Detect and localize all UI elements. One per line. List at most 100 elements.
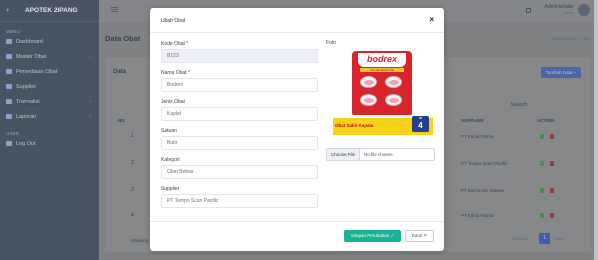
- file-input[interactable]: Choose File No file chosen: [326, 148, 435, 161]
- edit-icon[interactable]: [540, 213, 544, 218]
- row-actions: [540, 134, 558, 140]
- card-title: Data: [113, 69, 127, 75]
- foto-label: Foto: [326, 40, 337, 46]
- row-number: 4: [131, 213, 134, 219]
- sidebar: + APOTEK 2IPANG MENU Dashboard Master Ob…: [0, 0, 99, 260]
- nama-obat-field[interactable]: Bodrex: [161, 78, 318, 92]
- sidebar-item-label: Master Obat: [16, 53, 47, 60]
- cancel-button[interactable]: Batal ✕: [405, 230, 434, 242]
- modal-footer: Simpan Perubahan ✓ Batal ✕: [150, 221, 444, 251]
- search-label: Search:: [510, 102, 528, 108]
- modal-title: Ubah Obat: [161, 18, 186, 24]
- sidebar-item-label: Dashboard: [16, 38, 43, 45]
- satuan-field[interactable]: Butir: [161, 136, 318, 150]
- fullscreen-icon[interactable]: [525, 7, 531, 13]
- row-supplier: PT Tempo Scan Pacific: [461, 161, 508, 166]
- kategori-label: Kategori: [161, 157, 180, 163]
- pagination-previous[interactable]: Previous: [512, 236, 528, 241]
- chevron-right-icon: ›: [89, 98, 91, 105]
- file-name: No file chosen: [364, 152, 393, 157]
- kode-obat-label: Kode Obat *: [161, 41, 189, 47]
- row-number: 3: [131, 187, 134, 193]
- sidebar-item-label: Laporan: [16, 113, 37, 120]
- product-brand: bodrex: [358, 53, 406, 67]
- row-number: 2: [131, 160, 134, 166]
- user-info: Administrator Admin: [545, 4, 574, 16]
- column-header-supplier: SUPPLIER: [461, 118, 484, 123]
- edit-icon[interactable]: [540, 134, 544, 139]
- page-title: Data Obat: [105, 34, 141, 43]
- product-tagline: Flu dan Batuk PE: [360, 68, 404, 72]
- edit-obat-modal: Ubah Obat × Kode Obat * B123 Nama Obat *…: [150, 8, 444, 251]
- column-header-no: NO: [118, 118, 125, 123]
- row-actions: [540, 188, 558, 194]
- product-pack: bodrex Flu dan Batuk PE: [352, 51, 412, 115]
- sidebar-section-user: USER: [6, 131, 20, 136]
- modal-header: Ubah Obat ×: [150, 8, 444, 33]
- show-entries-label[interactable]: Show: [25, 102, 38, 108]
- avatar[interactable]: [578, 4, 590, 16]
- close-button[interactable]: ×: [429, 15, 434, 25]
- breadcrumb[interactable]: Master Obat / Obat: [552, 36, 590, 41]
- kode-obat-field[interactable]: B123: [161, 49, 318, 63]
- logout-icon: [6, 141, 12, 146]
- sidebar-item-logout[interactable]: Log Out: [0, 136, 99, 151]
- tablet-image: [385, 76, 402, 88]
- brand[interactable]: + APOTEK 2IPANG: [0, 0, 99, 22]
- save-changes-button[interactable]: Simpan Perubahan ✓: [344, 230, 401, 242]
- delete-icon[interactable]: [550, 188, 554, 193]
- add-data-button[interactable]: Tambah Data +: [541, 67, 581, 78]
- sidebar-item-supplier[interactable]: Supplier: [0, 79, 99, 94]
- sidebar-item-transaksi[interactable]: Transaksi ›: [0, 94, 99, 109]
- column-header-action: ACTION: [537, 118, 555, 123]
- user-role: Admin: [562, 10, 574, 15]
- database-icon: [6, 54, 12, 59]
- report-icon: [6, 114, 12, 119]
- row-supplier: PT Merck AIK Sukses: [461, 188, 505, 193]
- kategori-field[interactable]: Obat Bebas: [161, 165, 318, 179]
- hamburger-menu-icon[interactable]: [111, 7, 118, 12]
- jenis-obat-label: Jenis Obat: [161, 99, 185, 105]
- edit-icon[interactable]: [540, 161, 544, 166]
- delete-icon[interactable]: [550, 134, 554, 139]
- users-icon: [6, 84, 12, 89]
- pagination-page[interactable]: 1: [539, 233, 550, 244]
- row-actions: [540, 213, 558, 219]
- product-count-badge: isi 4: [412, 116, 429, 132]
- delete-icon[interactable]: [550, 213, 554, 218]
- sidebar-item-dashboard[interactable]: Dashboard: [0, 34, 99, 49]
- tablet-image: [360, 76, 377, 88]
- nama-obat-label: Nama Obat *: [161, 70, 190, 76]
- scrollbar[interactable]: [594, 0, 598, 260]
- sidebar-item-laporan[interactable]: Laporan ›: [0, 109, 99, 124]
- pagination-next[interactable]: Next: [555, 236, 563, 241]
- product-photo: bodrex Flu dan Batuk PE Obat Sakit Kepal…: [333, 51, 433, 145]
- chevron-right-icon: ›: [89, 53, 91, 60]
- row-supplier: PT Kimia Farma: [461, 134, 494, 139]
- sidebar-item-master-obat[interactable]: Master Obat ›: [0, 49, 99, 64]
- pharmacy-logo-icon: +: [6, 7, 10, 14]
- supplier-label: Supplier: [161, 186, 180, 192]
- row-number: 1: [131, 133, 134, 139]
- brand-name: APOTEK 2IPANG: [25, 7, 78, 14]
- box-icon: [6, 69, 12, 74]
- tablet-image: [360, 94, 377, 106]
- edit-icon[interactable]: [540, 188, 544, 193]
- sidebar-item-label: Supplier: [16, 83, 37, 90]
- row-actions: [540, 161, 558, 167]
- row-supplier: PT Kimia Farma: [461, 213, 494, 218]
- satuan-label: Satuan: [161, 128, 177, 134]
- delete-icon[interactable]: [550, 161, 554, 166]
- supplier-field[interactable]: PT Tempo Scan Pacific: [161, 194, 318, 208]
- sidebar-item-persediaan-obat[interactable]: Persediaan Obat: [0, 64, 99, 79]
- jenis-obat-field[interactable]: Kaplet: [161, 107, 318, 121]
- product-count: 4: [418, 121, 423, 130]
- dashboard-icon: [6, 39, 12, 44]
- sidebar-item-label: Persediaan Obat: [16, 68, 58, 75]
- exchange-icon: [6, 99, 12, 104]
- user-menu[interactable]: Administrator Admin: [525, 4, 590, 16]
- chevron-right-icon: ›: [89, 113, 91, 120]
- choose-file-button[interactable]: Choose File: [327, 149, 361, 160]
- tablet-image: [385, 94, 402, 106]
- sidebar-item-label: Log Out: [16, 140, 36, 147]
